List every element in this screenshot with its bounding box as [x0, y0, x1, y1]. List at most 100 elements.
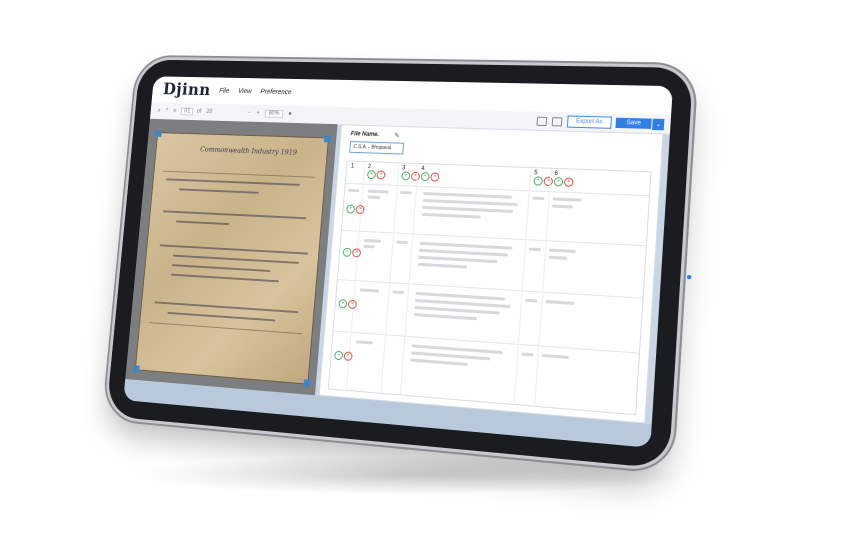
- column-header-1: 1: [351, 164, 355, 170]
- file-name-field[interactable]: C.S.A. - Bhopaval: [349, 141, 405, 155]
- column-header-6: 6 + ×: [553, 171, 576, 187]
- reject-icon[interactable]: ×: [351, 248, 362, 258]
- crop-handle-top-left[interactable]: [155, 130, 162, 137]
- reject-icon[interactable]: ×: [563, 177, 574, 187]
- reject-icon[interactable]: ×: [410, 171, 421, 181]
- placeholder-bar: [347, 188, 360, 193]
- placeholder-bar: [552, 204, 573, 209]
- column-number: 1: [350, 163, 355, 170]
- handwriting: [175, 220, 230, 226]
- placeholder-bar: [418, 248, 509, 257]
- handwriting: [167, 311, 276, 322]
- print-icon[interactable]: [551, 116, 563, 126]
- document-heading: Commonwealth Industry 1919: [199, 145, 298, 157]
- placeholder-bar: [367, 195, 381, 200]
- export-button[interactable]: Export As: [566, 115, 613, 129]
- crop-handle-top-right[interactable]: [323, 135, 331, 143]
- document-viewer: Commonwealth Industry 1919: [125, 118, 338, 396]
- app-screen: Djinn File View Preference ⌕ ^ v 01 of 2…: [123, 76, 673, 448]
- approve-icon[interactable]: +: [334, 350, 344, 361]
- edit-icon[interactable]: ✎: [394, 132, 400, 140]
- handwriting: [170, 273, 279, 283]
- placeholder-bar: [521, 352, 534, 357]
- placeholder-bar: [367, 189, 389, 194]
- reject-icon[interactable]: ×: [343, 351, 353, 362]
- reject-icon[interactable]: ×: [543, 176, 554, 187]
- table-row: [348, 161, 651, 366]
- placeholder-bar: [552, 197, 582, 202]
- handwriting: [172, 254, 299, 264]
- approve-icon[interactable]: +: [533, 176, 544, 186]
- placeholder-bar: [363, 244, 375, 249]
- camera-dot: [686, 274, 692, 279]
- placeholder-bar: [545, 300, 575, 305]
- crop-handle-bottom-right[interactable]: [303, 379, 311, 387]
- row-status: + ×: [342, 240, 362, 259]
- placeholder-bar: [418, 255, 498, 264]
- page-total: 20: [206, 109, 213, 115]
- placeholder-bar: [422, 198, 518, 207]
- placeholder-bar: [548, 255, 568, 260]
- placeholder-bar: [549, 248, 577, 254]
- table-row-divider: [341, 229, 646, 247]
- placeholder-bar: [417, 262, 468, 269]
- approve-icon[interactable]: +: [338, 299, 348, 309]
- column-header-4: 4 + ×: [420, 166, 441, 182]
- table-column-divider: [534, 168, 552, 406]
- zoom-in-button[interactable]: +: [256, 110, 260, 116]
- page-input[interactable]: 01: [180, 107, 194, 116]
- reject-icon[interactable]: ×: [376, 170, 386, 180]
- placeholder-bar: [359, 288, 379, 293]
- table-row: [348, 161, 651, 321]
- placeholder-bar: [422, 205, 514, 214]
- chevron-up-icon[interactable]: ^: [165, 108, 168, 114]
- menu-view[interactable]: View: [238, 88, 252, 95]
- approve-icon[interactable]: +: [401, 171, 411, 181]
- placeholder-bar: [423, 191, 513, 199]
- handwriting: [154, 301, 299, 314]
- approve-icon[interactable]: +: [366, 170, 377, 180]
- placeholder-bar: [363, 238, 382, 243]
- approve-icon[interactable]: +: [342, 247, 352, 258]
- table-column-divider: [380, 163, 400, 393]
- placeholder-bar: [400, 191, 412, 195]
- scanned-document: Commonwealth Industry 1919: [132, 130, 331, 387]
- approve-icon[interactable]: +: [553, 177, 564, 187]
- approve-icon[interactable]: +: [420, 172, 430, 182]
- fast-forward-icon[interactable]: »: [288, 111, 292, 117]
- folder-icon[interactable]: [536, 116, 547, 126]
- reject-icon[interactable]: ×: [347, 299, 358, 310]
- chevron-down-icon[interactable]: v: [173, 108, 176, 114]
- reject-icon[interactable]: ×: [355, 204, 365, 215]
- save-button[interactable]: Save: [615, 117, 652, 129]
- handwriting: [165, 178, 301, 186]
- approve-icon[interactable]: +: [346, 204, 356, 214]
- placeholder-bar: [392, 290, 405, 295]
- zoom-out-button[interactable]: −: [248, 110, 252, 116]
- placeholder-bar: [532, 196, 545, 201]
- menu-file[interactable]: File: [219, 87, 230, 94]
- search-icon[interactable]: ⌕: [157, 107, 160, 114]
- row-status: + ×: [346, 197, 366, 216]
- table-row: [347, 161, 651, 219]
- reject-icon[interactable]: ×: [430, 172, 440, 182]
- placeholder-bar: [355, 340, 373, 345]
- crop-handle-bottom-left[interactable]: [132, 365, 140, 373]
- save-dropdown-button[interactable]: ⌄: [652, 118, 665, 130]
- app-logo: Djinn: [162, 80, 212, 100]
- placeholder-bar: [541, 353, 569, 360]
- handwriting: [159, 244, 309, 255]
- document-rule: [163, 170, 316, 178]
- row-status: + ×: [334, 343, 354, 362]
- menu-preference[interactable]: Preference: [260, 88, 292, 95]
- toolbar-spacer: [297, 114, 536, 120]
- form-pane: File Name. ✎ C.S.A. - Bhopaval 1 2 + × 3 + ×…: [318, 124, 664, 424]
- zoom-select[interactable]: 80%: [264, 109, 284, 118]
- handwriting: [171, 264, 271, 273]
- placeholder-bar: [396, 240, 408, 245]
- placeholder-bar: [413, 313, 478, 321]
- handwriting: [162, 210, 307, 220]
- placeholder-bar: [421, 212, 481, 219]
- table-row: [348, 161, 651, 269]
- data-table: 1 2 + × 3 + × 4 + × 5 + × 6 + × + × + × …: [327, 160, 652, 416]
